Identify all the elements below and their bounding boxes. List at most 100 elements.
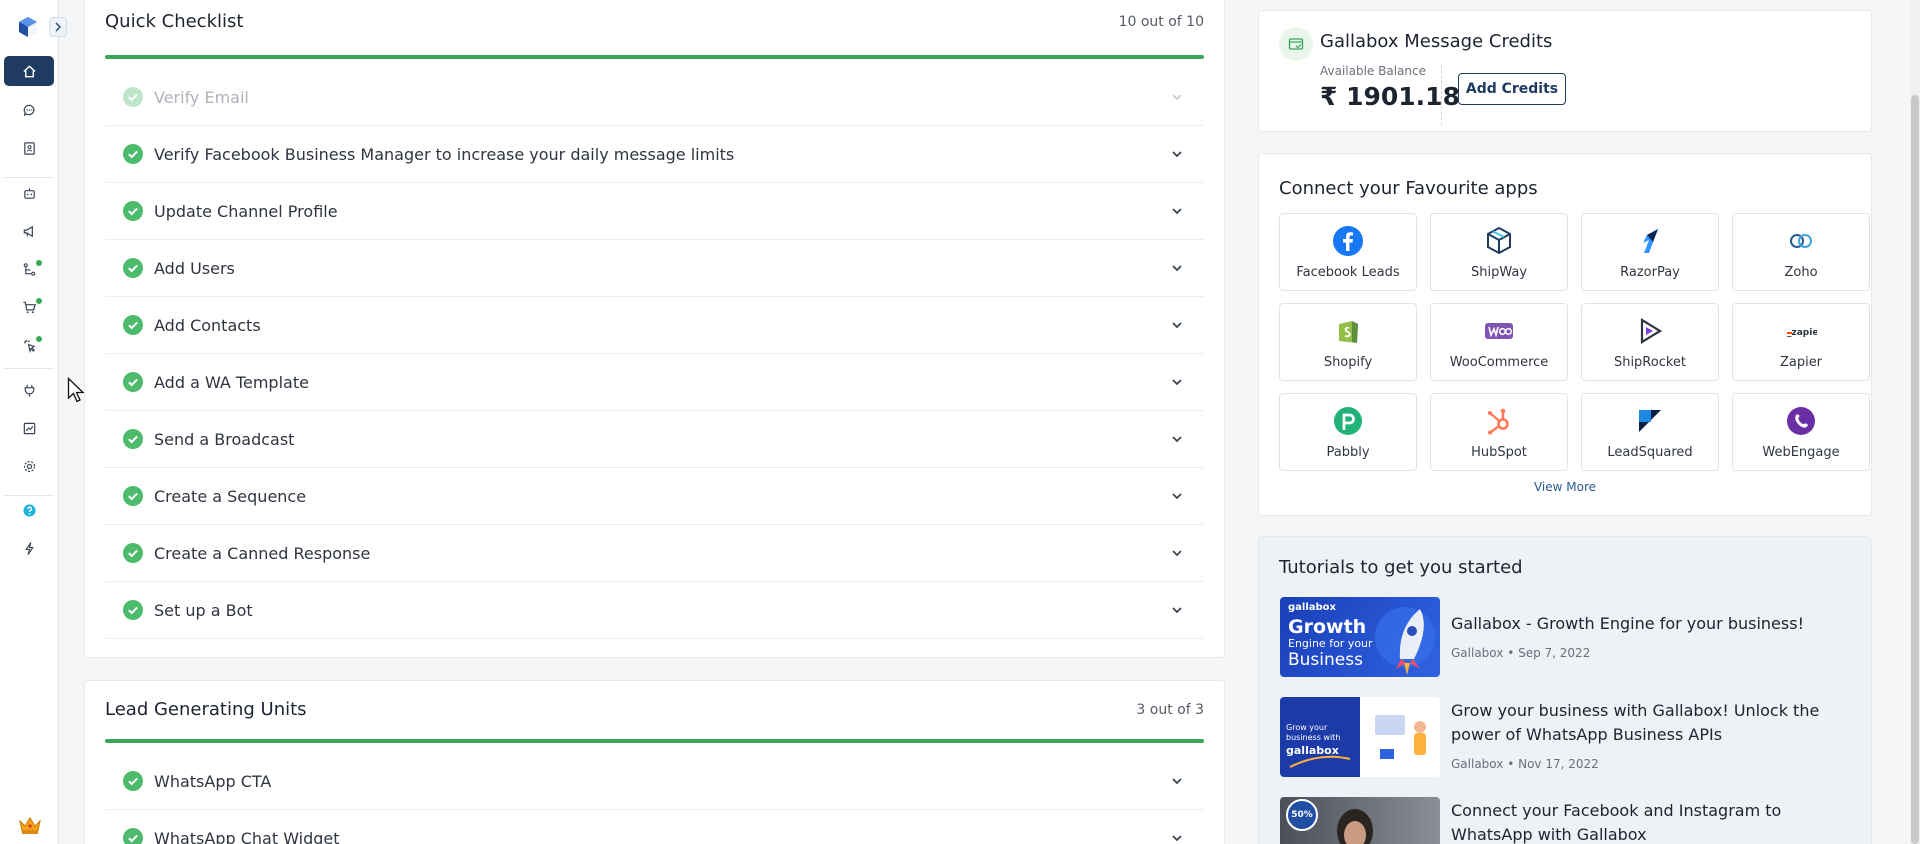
sidebar-item-home[interactable] bbox=[4, 56, 54, 86]
checklist-item-label: Update Channel Profile bbox=[154, 201, 338, 221]
chevron-right-icon bbox=[55, 22, 62, 32]
balance-value: ₹ 1901.18 bbox=[1320, 82, 1460, 111]
sidebar bbox=[0, 0, 67, 844]
sidebar-item-growth-tools[interactable] bbox=[4, 330, 54, 360]
sidebar-item-analytics[interactable] bbox=[4, 413, 54, 443]
tutorial-title[interactable]: Grow your business with Gallabox! Unlock… bbox=[1451, 699, 1851, 747]
checklist-item[interactable]: Set up a Bot bbox=[105, 582, 1204, 639]
sidebar-item-bots[interactable] bbox=[4, 178, 54, 208]
tutorials-title: Tutorials to get you started bbox=[1279, 557, 1523, 578]
app-tile[interactable]: ShipRocket bbox=[1581, 303, 1719, 381]
tutorial-author: Gallabox bbox=[1451, 646, 1504, 660]
thumb-line3: Business bbox=[1288, 650, 1363, 670]
checklist-item[interactable]: Add Users bbox=[105, 240, 1204, 297]
bot-icon bbox=[23, 187, 35, 199]
sidebar-item-integrations[interactable] bbox=[4, 375, 54, 405]
app-tile[interactable]: HubSpot bbox=[1430, 393, 1568, 471]
check-circle-icon bbox=[123, 486, 143, 506]
razorpay-icon bbox=[1643, 228, 1658, 253]
app-name: WebEngage bbox=[1762, 444, 1840, 460]
view-more-link[interactable]: View More bbox=[1259, 480, 1871, 494]
home-icon bbox=[22, 64, 36, 77]
checklist-item[interactable]: Update Channel Profile bbox=[105, 183, 1204, 240]
app-tile[interactable]: WooCommerce bbox=[1430, 303, 1568, 381]
tutorial-title[interactable]: Connect your Facebook and Instagram to W… bbox=[1451, 799, 1851, 844]
checklist-item[interactable]: Send a Broadcast bbox=[105, 411, 1204, 468]
sidebar-item-conversations[interactable] bbox=[4, 95, 54, 125]
sidebar-item-flows[interactable] bbox=[4, 254, 54, 284]
gallabox-logo-icon[interactable] bbox=[17, 16, 39, 38]
sidebar-item-broadcasts[interactable] bbox=[4, 216, 54, 246]
checklist-item-label: WhatsApp Chat Widget bbox=[154, 828, 340, 844]
tutorial-meta: Gallabox • Sep 7, 2022 bbox=[1451, 646, 1590, 660]
scrollbar-thumb[interactable] bbox=[1911, 95, 1919, 844]
sidebar-item-contacts[interactable] bbox=[4, 133, 54, 163]
app-name: RazorPay bbox=[1620, 264, 1680, 280]
app-tile[interactable]: Facebook Leads bbox=[1279, 213, 1417, 291]
apps-title: Connect your Favourite apps bbox=[1279, 178, 1538, 199]
hubspot-icon bbox=[1488, 408, 1509, 434]
chevron-down-icon bbox=[1172, 436, 1182, 443]
tutorial-item[interactable]: 50% Connect your Facebook and Instagram … bbox=[1280, 797, 1850, 844]
thumb-brand: gallabox bbox=[1286, 744, 1339, 757]
sidebar-item-settings[interactable] bbox=[4, 451, 54, 481]
checklist-item[interactable]: Create a Sequence bbox=[105, 468, 1204, 525]
thumb-brand: gallabox bbox=[1288, 602, 1336, 613]
sidebar-expand-button[interactable] bbox=[49, 17, 67, 37]
app-tile[interactable]: ShipWay bbox=[1430, 213, 1568, 291]
check-circle-icon bbox=[123, 771, 143, 791]
checklist-item[interactable]: Create a Canned Response bbox=[105, 525, 1204, 582]
tutorial-author: Gallabox bbox=[1451, 757, 1504, 771]
check-circle-icon bbox=[123, 600, 143, 620]
lightning-icon bbox=[24, 541, 34, 555]
checklist-item-label: Add a WA Template bbox=[154, 372, 309, 392]
app-tile[interactable]: Zoho bbox=[1732, 213, 1870, 291]
check-circle-icon bbox=[123, 144, 143, 164]
sidebar-item-commerce[interactable] bbox=[4, 292, 54, 322]
check-circle-icon bbox=[123, 87, 143, 107]
page-scrollbar[interactable] bbox=[1910, 0, 1920, 844]
checklist-item[interactable]: Verify Facebook Business Manager to incr… bbox=[105, 126, 1204, 183]
check-circle-icon bbox=[123, 258, 143, 278]
tutorial-thumbnail[interactable]: gallabox Growth Engine for your Business bbox=[1280, 597, 1440, 677]
app-name: Shopify bbox=[1323, 354, 1373, 370]
tutorial-thumbnail[interactable]: 50% bbox=[1280, 797, 1440, 844]
checklist-item[interactable]: Add Contacts bbox=[105, 297, 1204, 354]
person-photo-icon bbox=[1337, 809, 1373, 844]
lead-generating-units-card: Lead Generating Units 3 out of 3 WhatsAp… bbox=[84, 680, 1225, 844]
app-tile[interactable]: LeadSquared bbox=[1581, 393, 1719, 471]
app-tile[interactable]: WebEngage bbox=[1732, 393, 1870, 471]
tutorial-title[interactable]: Gallabox - Growth Engine for your busine… bbox=[1451, 612, 1851, 636]
app-tile[interactable]: Shopify bbox=[1279, 303, 1417, 381]
shiprocket-icon bbox=[1640, 317, 1663, 344]
crown-icon[interactable] bbox=[18, 815, 42, 835]
cart-icon bbox=[22, 301, 36, 313]
check-circle-icon bbox=[123, 372, 143, 392]
apps-grid: Facebook Leads ShipWay RazorPay Zoho Shopify… bbox=[1279, 213, 1870, 471]
checklist-item[interactable]: Add a WA Template bbox=[105, 354, 1204, 411]
checklist-item[interactable]: WhatsApp CTA bbox=[105, 753, 1204, 810]
sidebar-item-help[interactable] bbox=[4, 495, 54, 525]
app-tile[interactable]: RazorPay bbox=[1581, 213, 1719, 291]
sidebar-item-whats-new[interactable] bbox=[4, 533, 54, 563]
checklist-item[interactable]: WhatsApp Chat Widget bbox=[105, 810, 1204, 844]
notification-dot bbox=[36, 298, 42, 304]
app-tile[interactable]: Pabbly bbox=[1279, 393, 1417, 471]
tutorial-item[interactable]: Grow your business with gallabox Grow yo… bbox=[1280, 697, 1850, 777]
chevron-down-icon bbox=[1172, 151, 1182, 158]
click-icon bbox=[23, 339, 36, 353]
app-name: Pabbly bbox=[1326, 444, 1370, 460]
balance-label: Available Balance bbox=[1320, 64, 1426, 78]
checklist-item[interactable]: Verify Email bbox=[105, 69, 1204, 126]
mouse-cursor-icon bbox=[67, 377, 85, 403]
add-credits-button[interactable]: Add Credits bbox=[1458, 73, 1566, 105]
sidebar-separator bbox=[4, 368, 54, 369]
app-tile[interactable]: _zapier Zapier bbox=[1732, 303, 1870, 381]
checklist-item-label: Add Users bbox=[154, 258, 235, 278]
contacts-book-icon bbox=[23, 141, 35, 155]
tutorial-item[interactable]: gallabox Growth Engine for your Business… bbox=[1280, 597, 1850, 677]
tutorial-thumbnail[interactable]: Grow your business with gallabox bbox=[1280, 697, 1440, 777]
notification-dot bbox=[36, 260, 42, 266]
woocommerce-icon bbox=[1485, 322, 1513, 339]
checklist-item-label: Send a Broadcast bbox=[154, 429, 295, 449]
